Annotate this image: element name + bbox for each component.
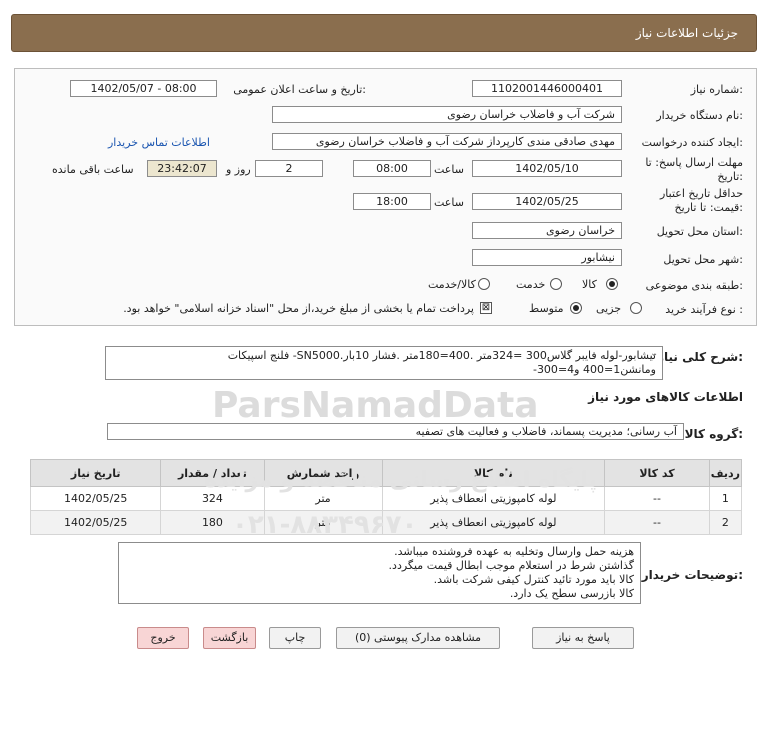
col-name: نام کالا (381, 459, 606, 487)
col-date: تاریخ نیاز (29, 459, 162, 487)
cell-date: 1402/05/25 (29, 486, 162, 511)
col-unit: واحد شمارش (263, 459, 383, 487)
validity-time-label: ساعت (434, 196, 464, 209)
notes-line-2: گذاشتن شرط در استعلام موجب ابطال قیمت می… (388, 559, 634, 572)
cell-unit: متر (263, 486, 383, 511)
city-label: شهر محل تحویل: (663, 253, 743, 266)
announce-field[interactable]: 1402/05/07 - 08:00 (70, 80, 217, 97)
send-date-field[interactable]: 1402/05/10 (472, 160, 622, 177)
goods-table-header: ردیف کد کالا نام کالا واحد شمارش تعداد /… (29, 459, 743, 487)
validity-label-1: حداقل تاریخ اعتبار (659, 187, 743, 200)
description-line-2: ومانشن1=400 و4=300- (532, 363, 656, 376)
page-title: جزئیات اطلاعات نیاز (635, 26, 738, 40)
notes-line-3: کالا باید مورد تائید کنترل کیفی شرکت باش… (433, 573, 634, 586)
category-radio-service[interactable] (550, 278, 562, 290)
back-button[interactable]: بازگشت (203, 627, 256, 649)
watermark-brand: ParsNamadData (212, 385, 539, 426)
cell-code: -- (604, 486, 710, 511)
cell-qty: 324 (160, 486, 265, 511)
cell-date: 1402/05/25 (29, 510, 162, 535)
table-row[interactable]: 2 -- لوله کامپوزیتی انعطاف پذیر متر 180 … (29, 510, 743, 535)
category-option-goods: کالا (582, 278, 597, 291)
cell-row: 2 (708, 510, 743, 535)
buyer-notes-box: هزینه حمل وارسال وتخلیه به عهده فروشنده … (118, 542, 641, 604)
cell-unit: متر (263, 510, 383, 535)
send-time-field[interactable]: 08:00 (353, 160, 431, 177)
buyer-notes-label: توضیحات خریدار: (641, 568, 743, 582)
goods-group-label: گروه کالا: (684, 427, 743, 441)
need-number-label: شماره نیاز: (690, 83, 743, 96)
category-label: طبقه بندی موضوعی: (645, 279, 743, 292)
attachments-button[interactable]: مشاهده مدارک پیوستی (0) (336, 627, 500, 649)
cell-code: -- (604, 510, 710, 535)
col-qty: تعداد / مقدار (160, 459, 265, 487)
creator-field[interactable]: مهدی صادقی مندی کارپرداز شرکت آب و فاضلا… (272, 133, 622, 150)
send-deadline-label-1: مهلت ارسال پاسخ: تا (645, 156, 743, 169)
province-field[interactable]: خراسان رضوی (472, 222, 622, 239)
process-option-medium: متوسط (529, 302, 564, 315)
province-label: استان محل تحویل: (656, 225, 743, 238)
remaining-label: ساعت باقی مانده (52, 163, 134, 176)
goods-table: ردیف کد کالا نام کالا واحد شمارش تعداد /… (29, 459, 743, 535)
city-field[interactable]: نیشابور (472, 249, 622, 266)
buyer-contact-link[interactable]: اطلاعات تماس خریدار (108, 136, 210, 149)
description-line-1: نیشابور-لوله فایبر گلاس300 =324متر .400=… (227, 349, 656, 362)
col-row: ردیف (708, 459, 743, 487)
print-button[interactable]: چاپ (269, 627, 321, 649)
creator-label: ایجاد کننده درخواست: (641, 136, 743, 149)
notes-line-4: کالا بازرسی سطح یک دارد. (509, 587, 634, 600)
cell-row: 1 (708, 486, 743, 511)
description-label: شرح کلی نیاز: (657, 350, 743, 364)
page-header: جزئیات اطلاعات نیاز (11, 14, 757, 52)
validity-time-field[interactable]: 18:00 (353, 193, 431, 210)
exit-button[interactable]: خروج (137, 627, 189, 649)
process-label: نوع فرآیند خرید : (665, 303, 743, 316)
reply-button[interactable]: پاسخ به نیاز (532, 627, 634, 649)
goods-section-title: اطلاعات کالاهای مورد نیاز (588, 390, 743, 404)
announce-label: تاریخ و ساعت اعلان عمومی: (233, 83, 366, 96)
cell-name: لوله کامپوزیتی انعطاف پذیر (381, 510, 606, 535)
category-radio-goods[interactable] (606, 278, 618, 290)
cell-name: لوله کامپوزیتی انعطاف پذیر (381, 486, 606, 511)
validity-label-2: قیمت: تا تاریخ: (674, 201, 743, 214)
notes-line-1: هزینه حمل وارسال وتخلیه به عهده فروشنده … (394, 545, 634, 558)
need-number-field[interactable]: 1102001446000401 (472, 80, 622, 97)
process-option-minor: جزیی (596, 302, 622, 315)
send-time-label: ساعت (434, 163, 464, 176)
treasury-payment-checkbox[interactable]: ⊠ (480, 302, 492, 314)
process-radio-medium[interactable] (570, 302, 582, 314)
resize-handle-icon[interactable]: ⌄ (650, 348, 658, 359)
buyer-label: نام دستگاه خریدار: (656, 109, 743, 122)
table-row[interactable]: 1 -- لوله کامپوزیتی انعطاف پذیر متر 324 … (29, 486, 743, 511)
validity-date-field[interactable]: 1402/05/25 (472, 193, 622, 210)
remaining-time-field: 23:42:07 (147, 160, 217, 177)
days-label: روز و (226, 163, 251, 176)
col-code: کد کالا (604, 459, 710, 487)
goods-group-field[interactable]: آب رسانی؛ مدیریت پسماند، فاضلاب و فعالیت… (107, 423, 684, 440)
category-option-goods-service: کالا/خدمت (428, 278, 476, 291)
process-radio-minor[interactable] (630, 302, 642, 314)
send-deadline-label-2: تاریخ: (717, 170, 743, 183)
category-radio-goods-service[interactable] (478, 278, 490, 290)
description-box: نیشابور-لوله فایبر گلاس300 =324متر .400=… (105, 346, 663, 380)
treasury-payment-note: پرداخت تمام یا بخشی از مبلغ خرید،از محل … (123, 302, 474, 315)
cell-qty: 180 (160, 510, 265, 535)
category-option-service: خدمت (516, 278, 546, 291)
buyer-field[interactable]: شرکت آب و فاضلاب خراسان رضوی (272, 106, 622, 123)
days-field[interactable]: 2 (255, 160, 323, 177)
